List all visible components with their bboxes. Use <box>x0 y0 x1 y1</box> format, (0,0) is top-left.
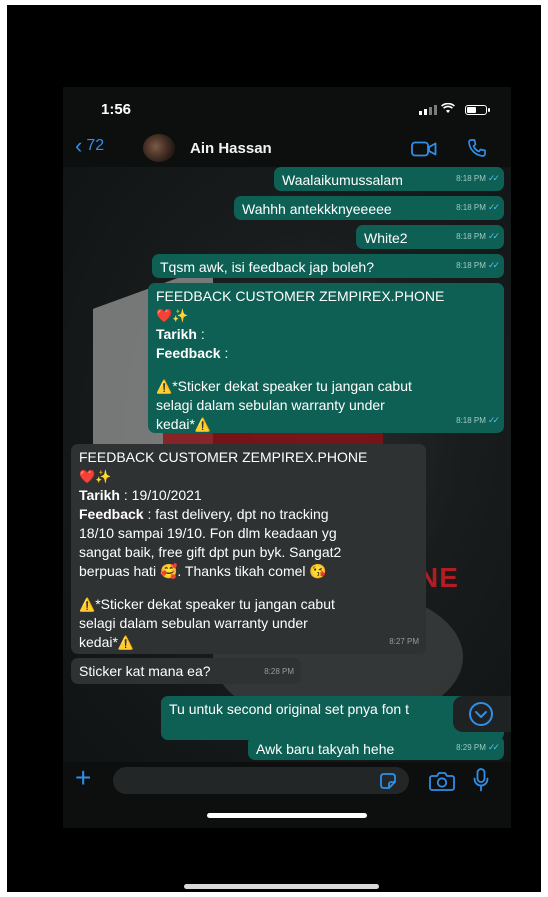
message-meta: 8:18 PM ✓✓ <box>456 169 500 188</box>
double-check-icon: ✓✓ <box>487 231 500 241</box>
message-bubble-outgoing[interactable]: Awk baru takyah hehe 8:29 PM ✓✓ <box>248 736 504 760</box>
message-input-bar: + <box>63 762 511 828</box>
double-check-icon: ✓✓ <box>487 415 500 425</box>
warning-text-line: *Sticker dekat speaker tu jangan cabut <box>95 596 335 612</box>
microphone-icon[interactable] <box>473 768 489 792</box>
message-time: 8:18 PM <box>456 174 486 183</box>
double-check-icon: ✓✓ <box>487 173 500 183</box>
signal-icon <box>419 105 437 115</box>
message-bubble-incoming[interactable]: FEEDBACK CUSTOMER ZEMPIREX.PHONE ❤️✨ Tar… <box>71 444 426 654</box>
phone-call-icon[interactable] <box>467 138 487 158</box>
warning-icon: ⚠️ <box>156 379 173 394</box>
message-meta: 8:18 PM ✓✓ <box>456 411 500 430</box>
message-time: 8:18 PM <box>456 261 486 270</box>
sticker-icon[interactable] <box>378 771 398 791</box>
message-meta: 8:29 PM ✓✓ <box>456 738 500 757</box>
tarikh-value: : 19/10/2021 <box>119 487 202 503</box>
chevron-left-icon: ‹ <box>75 133 83 158</box>
tarikh-value: : <box>196 326 205 342</box>
message-text: Wahhh antekkknyeeeee <box>242 201 392 217</box>
warning-icon: ⚠️ <box>194 417 212 432</box>
plus-icon[interactable]: + <box>75 764 91 792</box>
warning-text-line: selagi dalam sebulan warranty under <box>156 397 385 413</box>
camera-icon[interactable] <box>429 770 455 792</box>
message-time: 8:18 PM <box>456 232 486 241</box>
message-text: Sticker kat mana ea? <box>79 663 211 679</box>
feedback-title: FEEDBACK CUSTOMER ZEMPIREX.PHONE <box>79 449 368 465</box>
contact-name[interactable]: Ain Hassan <box>190 140 272 157</box>
message-text: Awk baru takyah hehe <box>256 741 395 757</box>
feedback-label: Feedback <box>79 506 144 522</box>
message-time: 8:18 PM <box>456 416 486 425</box>
chat-area[interactable]: NE Waalaikumussalam 8:18 PM ✓✓ Wahhh ante… <box>63 167 511 762</box>
message-text: White2 <box>364 230 408 246</box>
warning-icon: ⚠️ <box>117 635 135 650</box>
message-input[interactable] <box>113 767 409 794</box>
warning-text-line: selagi dalam sebulan warranty under <box>79 615 308 631</box>
message-bubble-outgoing[interactable]: Wahhh antekkknyeeeee 8:18 PM ✓✓ <box>234 196 504 220</box>
wifi-icon <box>441 102 455 117</box>
double-check-icon: ✓✓ <box>487 260 500 270</box>
message-bubble-outgoing[interactable]: Tqsm awk, isi feedback jap boleh? 8:18 P… <box>152 254 504 278</box>
home-indicator <box>207 813 367 818</box>
scroll-to-bottom-button[interactable] <box>453 696 511 732</box>
message-bubble-outgoing[interactable]: FEEDBACK CUSTOMER ZEMPIREX.PHONE ❤️✨ Tar… <box>148 283 504 433</box>
avatar[interactable] <box>143 134 175 162</box>
unread-count: 72 <box>86 137 105 154</box>
back-button[interactable]: ‹ 72 <box>75 133 105 158</box>
heart-sparkle-emoji: ❤️✨ <box>79 469 112 484</box>
battery-icon <box>465 105 490 115</box>
message-time: 8:18 PM <box>456 203 486 212</box>
feedback-text-line: berpuas hati 🥰. Thanks tikah comel 😘 <box>79 563 327 579</box>
message-meta: 8:18 PM ✓✓ <box>456 198 500 217</box>
warning-text-line: *Sticker dekat speaker tu jangan cabut <box>172 378 412 394</box>
phone-screen: 1:56 ‹ 72 Ain Hassan NE Waalaikumussalam… <box>63 87 511 828</box>
tarikh-label: Tarikh <box>156 326 197 342</box>
tarikh-label: Tarikh <box>79 487 120 503</box>
message-meta: 8:18 PM ✓✓ <box>456 227 500 246</box>
message-bubble-outgoing[interactable]: Waalaikumussalam 8:18 PM ✓✓ <box>274 167 504 191</box>
feedback-text-line: sangat baik, free gift dpt pun byk. Sang… <box>79 544 342 560</box>
feedback-title: FEEDBACK CUSTOMER ZEMPIREX.PHONE <box>156 288 445 304</box>
warning-text-line: kedai* <box>156 416 195 432</box>
status-time: 1:56 <box>101 101 132 118</box>
message-bubble-outgoing[interactable]: White2 8:18 PM ✓✓ <box>356 225 504 249</box>
message-meta: 8:28 PM <box>264 662 294 681</box>
heart-sparkle-emoji: ❤️✨ <box>156 308 189 323</box>
double-check-icon: ✓✓ <box>487 742 500 752</box>
feedback-text-line: 18/10 sampai 19/10. Fon dlm keadaan yg <box>79 525 337 541</box>
message-meta: 8:27 PM <box>389 632 419 651</box>
message-text: Waalaikumussalam <box>282 172 403 188</box>
message-time: 8:28 PM <box>264 667 294 676</box>
message-text: Tu untuk second original set pnya fon t <box>169 701 409 717</box>
outer-home-indicator <box>184 884 379 889</box>
message-time: 8:27 PM <box>389 637 419 646</box>
warning-icon: ⚠️ <box>79 597 96 612</box>
message-text: Tqsm awk, isi feedback jap boleh? <box>160 259 374 275</box>
chevron-down-icon <box>469 702 493 726</box>
double-check-icon: ✓✓ <box>487 202 500 212</box>
screenshot-frame: 1:56 ‹ 72 Ain Hassan NE Waalaikumussalam… <box>7 5 541 892</box>
feedback-value: : <box>220 345 229 361</box>
chat-header: ‹ 72 Ain Hassan <box>63 129 511 167</box>
feedback-text-line: : fast delivery, dpt no tracking <box>143 506 329 522</box>
feedback-label: Feedback <box>156 345 221 361</box>
message-bubble-incoming[interactable]: Sticker kat mana ea? 8:28 PM <box>71 658 301 684</box>
video-call-icon[interactable] <box>411 141 437 157</box>
message-time: 8:29 PM <box>456 743 486 752</box>
warning-text-line: kedai* <box>79 634 118 650</box>
message-meta: 8:18 PM ✓✓ <box>456 256 500 275</box>
status-bar: 1:56 <box>63 87 511 129</box>
